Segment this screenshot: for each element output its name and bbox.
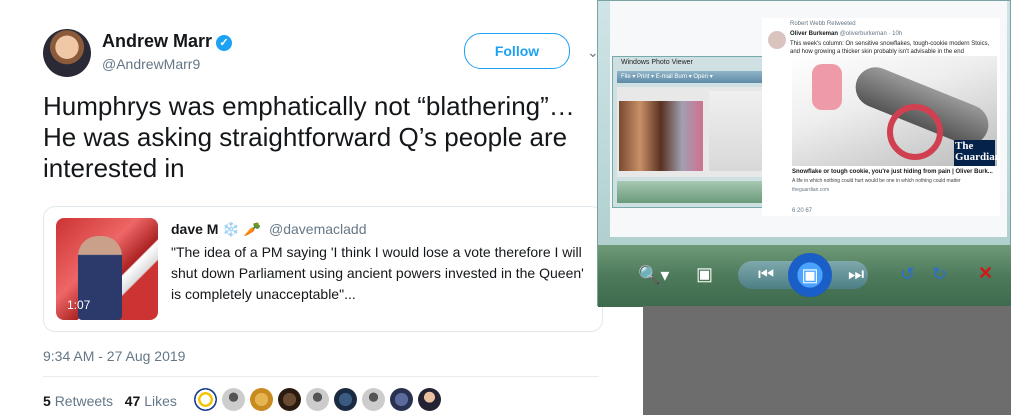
previous-icon[interactable]: ⏮ — [758, 264, 774, 285]
embed-author-name: Oliver Burkeman — [790, 31, 839, 37]
liker-avatar[interactable] — [250, 388, 273, 411]
quote-author: dave M ❄️ 🥕 @davemacladd — [171, 221, 367, 238]
quote-author-emoji: ❄️ 🥕 — [222, 221, 262, 237]
avatar[interactable] — [43, 29, 91, 77]
quote-text: "The idea of a PM saying 'I think I woul… — [171, 244, 584, 302]
liker-avatar[interactable] — [334, 388, 357, 411]
likes-stat[interactable]: 47 Likes — [125, 393, 177, 409]
cannon-wheel — [887, 104, 943, 160]
delete-icon[interactable]: ✕ — [978, 263, 993, 284]
rotate-counterclockwise-icon[interactable]: ↺ — [900, 264, 915, 285]
rotate-clockwise-icon[interactable]: ↻ — [932, 264, 947, 285]
author-name-text[interactable]: Andrew Marr — [102, 31, 212, 51]
author-handle[interactable]: @AndrewMarr9 — [102, 56, 200, 72]
liker-avatar[interactable] — [362, 388, 385, 411]
liker-avatar[interactable] — [194, 388, 217, 411]
liker-avatar[interactable] — [418, 388, 441, 411]
figure — [812, 64, 842, 110]
nested-photo-thumbnail — [619, 101, 703, 171]
embed-card-description: A life in which nothing could hurt would… — [792, 178, 961, 184]
nested-viewer-menu: File ▾ Print ▾ E-mail Burn ▾ Open ▾ — [617, 71, 783, 83]
embedded-tweet-image: Robert Webb Retweeted Oliver Burkeman @o… — [762, 18, 1001, 216]
likes-count[interactable]: 47 — [125, 393, 141, 409]
video-thumbnail[interactable]: 1:07 — [56, 218, 158, 320]
viewer-controls-bar: 🔍▾ ▣ ⏮ ▣ ⏭ ↺ ↻ ✕ — [598, 245, 1011, 307]
divider — [43, 376, 599, 377]
next-icon[interactable]: ⏭ — [848, 264, 864, 285]
likes-label[interactable]: Likes — [144, 393, 177, 409]
actual-size-icon[interactable]: ▣ — [696, 264, 713, 285]
quote-author-handle: @davemacladd — [269, 221, 367, 237]
embed-card-title: Snowflake or tough cookie, you're just h… — [792, 169, 993, 175]
tweet-stats: 5 Retweets 47 Likes — [43, 393, 177, 409]
embed-text: This week's column: On sensitive snowfla… — [790, 41, 990, 55]
author-name[interactable]: Andrew Marr ✓ — [102, 31, 233, 52]
embed-author: Oliver Burkeman @oliverburkeman · 10h — [790, 31, 902, 37]
tweet-timestamp[interactable]: 9:34 AM - 27 Aug 2019 — [43, 348, 185, 364]
retweets-stat[interactable]: 5 Retweets — [43, 393, 113, 409]
guardian-logo: The Guardian — [954, 140, 1001, 166]
retweets-label[interactable]: Retweets — [55, 393, 113, 409]
quote-author-name: dave M — [171, 221, 219, 237]
verified-icon: ✓ — [216, 35, 233, 51]
liker-avatar[interactable] — [278, 388, 301, 411]
video-duration: 1:07 — [67, 298, 91, 312]
embed-card-source: theguardian.com — [792, 187, 830, 193]
follow-button[interactable]: Follow — [464, 33, 570, 69]
nested-viewer-title: Windows Photo Viewer — [621, 59, 693, 66]
embed-retweet-line: Robert Webb Retweeted — [790, 21, 856, 27]
nested-viewer-controls — [617, 181, 783, 203]
retweets-count[interactable]: 5 — [43, 393, 51, 409]
tweet-card: Andrew Marr ✓ @AndrewMarr9 Follow ⌄ Humph… — [0, 0, 606, 415]
liker-avatar[interactable] — [222, 388, 245, 411]
liker-avatar[interactable] — [390, 388, 413, 411]
embed-author-meta: @oliverburkeman · 10h — [839, 31, 903, 37]
tweet-text: Humphrys was emphatically not “blatherin… — [43, 91, 575, 183]
zoom-icon[interactable]: 🔍▾ — [638, 265, 669, 286]
desktop-background — [643, 306, 1011, 415]
embed-actions: 6 20 67 — [792, 208, 813, 214]
nested-viewer-image — [617, 87, 783, 177]
embed-avatar — [768, 31, 786, 49]
slideshow-icon[interactable]: ▣ — [788, 253, 832, 297]
liker-avatars — [194, 388, 441, 411]
liker-avatar[interactable] — [306, 388, 329, 411]
quoted-tweet[interactable]: 1:07 dave M ❄️ 🥕 @davemacladd "The idea … — [43, 206, 603, 332]
